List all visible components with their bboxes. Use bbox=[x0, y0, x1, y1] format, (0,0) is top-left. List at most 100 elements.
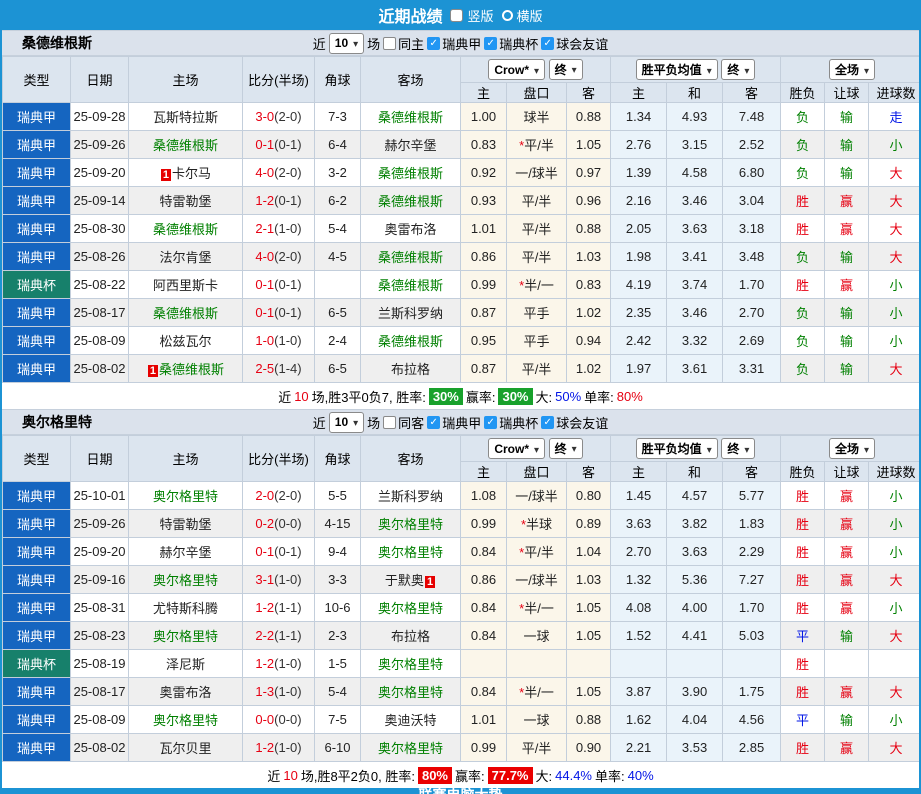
half-time-score: (0-1) bbox=[274, 305, 301, 320]
odds-company-select[interactable]: Crow* bbox=[488, 438, 545, 459]
match-count-select[interactable]: 10 bbox=[329, 412, 364, 433]
summary-text: 场,胜8平2负0, 胜率: bbox=[301, 766, 415, 785]
recent-label: 近 bbox=[313, 413, 326, 432]
date-cell: 25-08-30 bbox=[71, 215, 129, 243]
radio-horizontal-layout[interactable]: 横版 bbox=[502, 6, 543, 25]
mean-home-cell: 2.05 bbox=[611, 215, 667, 243]
date-cell: 25-09-16 bbox=[71, 566, 129, 594]
fullmatch-select[interactable]: 全场 bbox=[829, 438, 875, 459]
mean-time-select[interactable]: 终 bbox=[721, 438, 755, 459]
odds-home-cell: 0.95 bbox=[461, 327, 507, 355]
corner-cell: 7-3 bbox=[315, 103, 361, 131]
radio-vertical-layout[interactable]: 竖版 bbox=[450, 6, 493, 25]
odds-home-cell: 0.84 bbox=[461, 678, 507, 706]
corner-cell: 2-4 bbox=[315, 327, 361, 355]
mean-odds-select[interactable]: 胜平负均值 bbox=[636, 438, 718, 459]
date-cell: 25-09-20 bbox=[71, 159, 129, 187]
chevron-down-icon bbox=[744, 63, 749, 77]
odds-time-select[interactable]: 终 bbox=[549, 59, 583, 80]
checkbox-friendly[interactable]: 球会友谊 bbox=[541, 413, 608, 432]
result-cell: 胜 bbox=[781, 566, 825, 594]
league-cell: 瑞典甲 bbox=[3, 215, 71, 243]
result-cell: 胜 bbox=[781, 594, 825, 622]
away-team-cell: 布拉格 bbox=[361, 355, 461, 383]
mean-home-cell: 1.34 bbox=[611, 103, 667, 131]
handicap-result-cell: 赢 bbox=[825, 482, 869, 510]
radio-vertical-label: 竖版 bbox=[467, 6, 493, 25]
half-time-score: (0-1) bbox=[274, 277, 301, 292]
odds-company-select[interactable]: Crow* bbox=[488, 59, 545, 80]
match-row: 瑞典杯25-08-19泽尼斯1-2(1-0)1-5奥尔格里特胜 bbox=[3, 650, 921, 678]
home-team-cell: 桑德维根斯 bbox=[129, 215, 243, 243]
half-time-score: (2-0) bbox=[274, 249, 301, 264]
half-time-score: (2-0) bbox=[274, 165, 301, 180]
date-cell: 25-09-26 bbox=[71, 131, 129, 159]
handicap-cell: 平/半 bbox=[507, 215, 567, 243]
next-section-title: 联赛电脑大势 bbox=[419, 788, 503, 794]
checkbox-same-away[interactable]: 同客 bbox=[383, 413, 424, 432]
games-label: 场 bbox=[367, 34, 380, 53]
handicap-value: 一球 bbox=[523, 629, 549, 644]
mean-draw-cell: 4.58 bbox=[667, 159, 723, 187]
half-time-score: (1-1) bbox=[274, 600, 301, 615]
col-handicap-result: 让球 bbox=[825, 83, 869, 103]
match-count-select[interactable]: 10 bbox=[329, 33, 364, 54]
corner-cell: 9-4 bbox=[315, 538, 361, 566]
odds-away-cell: 0.88 bbox=[567, 103, 611, 131]
fullmatch-select[interactable]: 全场 bbox=[829, 59, 875, 80]
col-mean-home: 主 bbox=[611, 83, 667, 103]
home-team-cell: 泽尼斯 bbox=[129, 650, 243, 678]
summary-text: 场,胜3平0负7, 胜率: bbox=[312, 387, 426, 406]
handicap-result-cell: 赢 bbox=[825, 566, 869, 594]
home-team-cell: 1桑德维根斯 bbox=[129, 355, 243, 383]
checkbox-league-allsvenskan[interactable]: 瑞典甲 bbox=[427, 34, 481, 53]
col-away: 客场 bbox=[361, 57, 461, 103]
mean-away-cell: 3.31 bbox=[723, 355, 781, 383]
mean-time-select[interactable]: 终 bbox=[721, 59, 755, 80]
date-cell: 25-09-28 bbox=[71, 103, 129, 131]
summary-count: 10 bbox=[294, 389, 308, 404]
odds-away-cell: 1.05 bbox=[567, 622, 611, 650]
team-name: 特雷勒堡 bbox=[159, 194, 211, 209]
score-cell: 0-1(0-1) bbox=[243, 299, 315, 327]
match-row: 瑞典甲25-09-14特雷勒堡1-2(0-1)6-2桑德维根斯0.93平/半0.… bbox=[3, 187, 921, 215]
odds-home-cell: 0.84 bbox=[461, 594, 507, 622]
goals-result-cell: 小 bbox=[869, 510, 921, 538]
checkbox-league-cup[interactable]: 瑞典杯 bbox=[484, 413, 538, 432]
summary-count: 10 bbox=[283, 768, 297, 783]
result-cell: 负 bbox=[781, 131, 825, 159]
checkbox-league-allsvenskan[interactable]: 瑞典甲 bbox=[427, 413, 481, 432]
goals-result-cell: 小 bbox=[869, 538, 921, 566]
checkbox-label: 瑞典甲 bbox=[442, 413, 481, 432]
score-cell: 4-0(2-0) bbox=[243, 243, 315, 271]
corner-cell bbox=[315, 271, 361, 299]
score-cell: 0-2(0-0) bbox=[243, 510, 315, 538]
handicap-cell bbox=[507, 650, 567, 678]
corner-cell: 1-5 bbox=[315, 650, 361, 678]
date-cell: 25-09-20 bbox=[71, 538, 129, 566]
league-cell: 瑞典甲 bbox=[3, 159, 71, 187]
summary-text: 单率: bbox=[584, 387, 614, 406]
away-team-cell: 于默奥1 bbox=[361, 566, 461, 594]
handicap-value: 半/一 bbox=[524, 278, 554, 293]
checkbox-league-cup[interactable]: 瑞典杯 bbox=[484, 34, 538, 53]
mean-draw-cell: 3.61 bbox=[667, 355, 723, 383]
corner-cell: 3-3 bbox=[315, 566, 361, 594]
summary-text: 近 bbox=[267, 766, 280, 785]
checkbox-friendly[interactable]: 球会友谊 bbox=[541, 34, 608, 53]
chevron-down-icon bbox=[864, 442, 869, 456]
odds-home-cell: 0.83 bbox=[461, 131, 507, 159]
goals-result-cell: 大 bbox=[869, 566, 921, 594]
win-rate-badge: 30% bbox=[429, 388, 463, 405]
mean-odds-select[interactable]: 胜平负均值 bbox=[636, 59, 718, 80]
handicap-cell: 平/半 bbox=[507, 355, 567, 383]
team-name: 桑德维根斯 bbox=[378, 334, 443, 349]
corner-cell: 5-5 bbox=[315, 482, 361, 510]
match-row: 瑞典甲25-08-02瓦尔贝里1-2(1-0)6-10奥尔格里特0.99平/半0… bbox=[3, 734, 921, 762]
checkbox-label: 瑞典杯 bbox=[499, 34, 538, 53]
odds-time-select[interactable]: 终 bbox=[549, 438, 583, 459]
goals-result-cell: 小 bbox=[869, 299, 921, 327]
mean-away-cell: 1.75 bbox=[723, 678, 781, 706]
checkbox-same-home[interactable]: 同主 bbox=[383, 34, 424, 53]
mean-draw-cell: 3.63 bbox=[667, 215, 723, 243]
